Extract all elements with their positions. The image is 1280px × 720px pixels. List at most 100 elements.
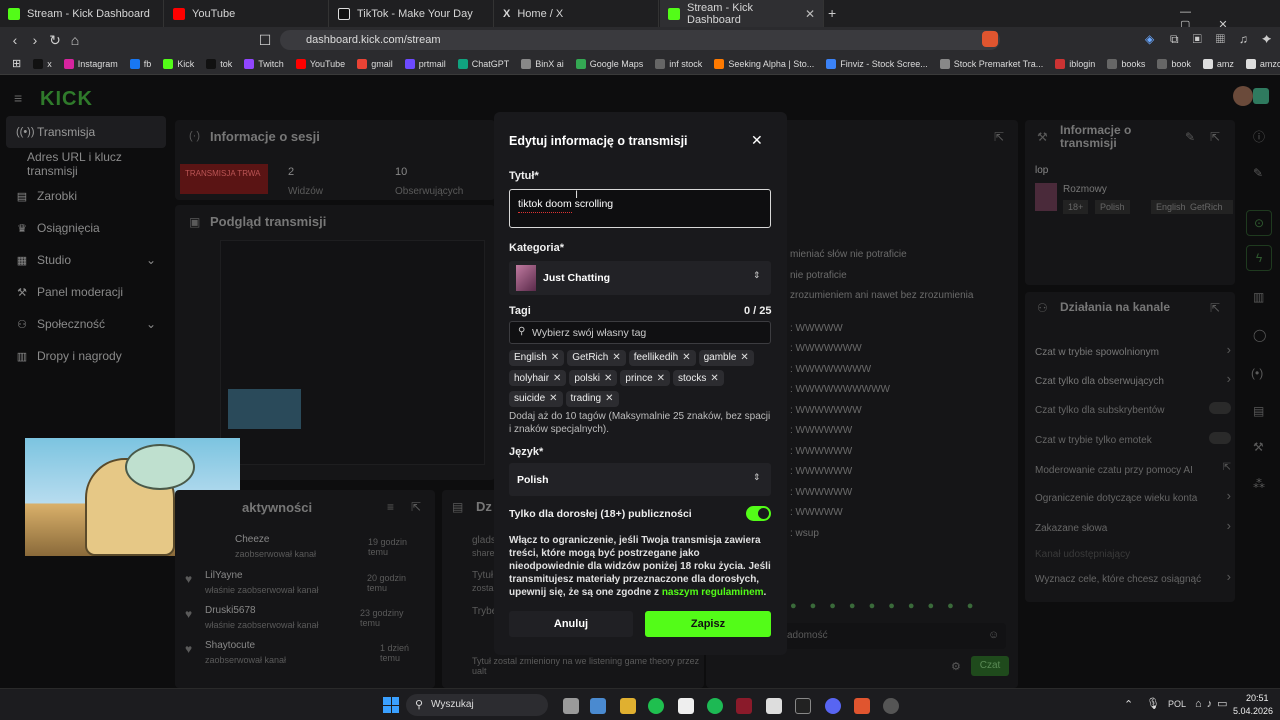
bookmark-item[interactable]: fb [124,58,158,69]
tag-chip[interactable]: GetRich ✕ [567,349,626,366]
emote-bar[interactable]: ●●●●●●●●●● [790,600,986,612]
brave-icon[interactable] [854,698,870,714]
bookmark-item[interactable]: Google Maps [570,58,650,69]
close-tab-icon[interactable]: ✕ [805,7,815,21]
new-tab-button[interactable]: + [828,5,836,21]
bookmark-item[interactable]: Instagram [58,58,124,69]
list-icon[interactable]: ▤ [1253,404,1264,418]
bookmark-item[interactable]: x [27,58,58,69]
taskview-icon[interactable] [563,698,579,714]
tag-chip[interactable]: stocks ✕ [673,370,724,386]
sidebar-item-transmisja[interactable]: ((•)) Transmisja [6,116,166,148]
chat-icon[interactable]: ◯ [1253,328,1266,342]
taskbar-search[interactable]: ⚲ Wyszukaj [406,694,548,716]
info-icon[interactable]: ⓘ [1253,128,1265,145]
toggle-switch[interactable] [1209,402,1231,414]
remove-tag-icon[interactable]: ✕ [740,352,748,363]
bookmark-item[interactable]: amzcom [1240,58,1280,69]
sidebar-item-zarobki[interactable]: ▤ Zarobki [6,180,166,212]
spotify-icon[interactable] [707,698,723,714]
filter-icon[interactable]: ≡ [387,500,394,514]
share-icon[interactable]: ⁂ [1253,477,1265,491]
toolbar-icons[interactable]: ⧉▣▦♫✦≡ [1170,32,1280,47]
edit-icon[interactable]: ✎ [1185,130,1195,144]
edit-icon[interactable]: ✎ [1253,166,1263,180]
bookmark-item[interactable]: ChatGPT [452,58,516,69]
language-indicator[interactable]: POL [1168,699,1186,709]
action-item-followers-only[interactable]: Czat tylko dla obserwujących › [1035,371,1231,393]
chat-input[interactable]: adomość ☺ [778,623,1006,649]
microphone-icon[interactable]: 🎙︎ [1146,697,1160,710]
sidebar-item-osiagniecia[interactable]: ♛ Osiągnięcia [6,212,166,244]
sidebar-item-studio[interactable]: ▦ Studio ⌄ [6,244,166,276]
remove-tag-icon[interactable]: ✕ [682,352,690,363]
tag-search-input[interactable]: ⚲ Wybierz swój własny tag [509,321,771,344]
url-field[interactable]: dashboard.kick.com/stream [280,30,1000,50]
bookmark-icon[interactable]: ☐ [255,32,275,49]
profile-badge-icon[interactable] [1253,88,1269,104]
remove-tag-icon[interactable]: ✕ [605,393,613,404]
action-item-emote-only[interactable]: Czat w trybie tylko emotek [1035,432,1231,452]
settings-icon[interactable]: ⚙ [951,660,961,673]
apps-icon[interactable]: ⊞ [6,57,27,70]
bookmark-item[interactable]: tok [200,58,238,69]
bookmark-item[interactable]: amz [1197,58,1240,69]
bookmark-item[interactable]: YouTube [290,58,351,69]
language-select[interactable]: Polish ⇕ [509,463,771,496]
remove-tag-icon[interactable]: ✕ [553,373,561,384]
bookmark-item[interactable]: Twitch [238,58,290,69]
remove-tag-icon[interactable]: ✕ [551,352,559,363]
action-item-subscribers-only[interactable]: Czat tylko dla subskrybentów [1035,402,1231,422]
bookmark-item[interactable]: Kick [157,58,200,69]
popout-icon[interactable]: ⇱ [411,500,421,514]
bookmark-item[interactable]: inf stock [649,58,708,69]
toggle-switch[interactable] [1209,432,1231,444]
action-item-account-age[interactable]: Ograniczenie dotyczące wieku konta › [1035,488,1231,510]
remove-tag-icon[interactable]: ✕ [604,373,612,384]
close-icon[interactable]: ✕ [751,132,763,149]
tag-chip[interactable]: English ✕ [509,349,565,366]
avatar[interactable] [1233,86,1253,106]
tag-chip[interactable]: prince ✕ [620,370,671,386]
app-icon[interactable] [766,698,782,714]
broadcast-icon[interactable]: (•) [1251,366,1263,380]
tag-chip[interactable]: feellikedih ✕ [628,349,696,366]
remove-tag-icon[interactable]: ✕ [710,373,718,384]
rail-button[interactable]: ⊙ [1246,210,1272,236]
sidebar-item-dropy[interactable]: ▥ Dropy i nagrody [6,340,166,372]
browser-tab[interactable]: X Home / X [495,0,659,27]
bookmark-item[interactable]: Stock Premarket Tra... [934,58,1050,69]
tradingview-icon[interactable] [795,698,811,714]
action-item-slow-mode[interactable]: Czat w trybie spowolnionym › [1035,342,1231,364]
sidebar-item-spolecznosc[interactable]: ⚇ Społeczność ⌄ [6,308,166,340]
app-icon[interactable] [736,698,752,714]
remove-tag-icon[interactable]: ✕ [657,373,665,384]
save-button[interactable]: Zapisz [645,611,771,637]
emoji-icon[interactable]: ☺ [988,629,999,641]
file-explorer-icon[interactable] [620,698,636,714]
action-item-goals[interactable]: Wyznacz cele, które chcesz osiągnąć › [1035,569,1231,591]
bookmark-item[interactable]: Seeking Alpha | Sto... [708,58,820,69]
home-icon[interactable]: ⌂ [65,32,85,48]
bookmark-item[interactable]: BinX ai [515,58,570,69]
menu-icon[interactable]: ≡ [14,90,22,106]
adult-only-toggle[interactable] [746,506,771,521]
calculator-icon[interactable] [590,698,606,714]
brave-shield-icon[interactable] [982,31,998,47]
clock-time[interactable]: 20:51 [1246,693,1269,703]
reload-icon[interactable]: ↻ [45,32,65,49]
app-icon[interactable] [883,698,899,714]
browser-tab[interactable]: YouTube [165,0,329,27]
lightning-icon[interactable]: ϟ [1246,245,1272,271]
browser-tab[interactable]: TikTok - Make Your Day [330,0,494,27]
popout-icon[interactable]: ⇱ [1210,130,1220,144]
clock-date[interactable]: 5.04.2026 [1233,706,1273,716]
system-tray-icons[interactable]: ⌂♪▭ [1195,697,1233,710]
action-item-banned-words[interactable]: Zakazane słowa › [1035,518,1231,540]
tag-chip[interactable]: polski ✕ [569,370,618,386]
category-select[interactable]: Just Chatting ⇕ [509,261,771,295]
bookmark-item[interactable]: iblogin [1049,58,1101,69]
sidebar-item-stream-key[interactable]: Adres URL i klucz transmisji [6,148,166,180]
browser-tab[interactable]: Stream - Kick Dashboard [0,0,164,27]
bookmark-item[interactable]: Finviz - Stock Scree... [820,58,934,69]
